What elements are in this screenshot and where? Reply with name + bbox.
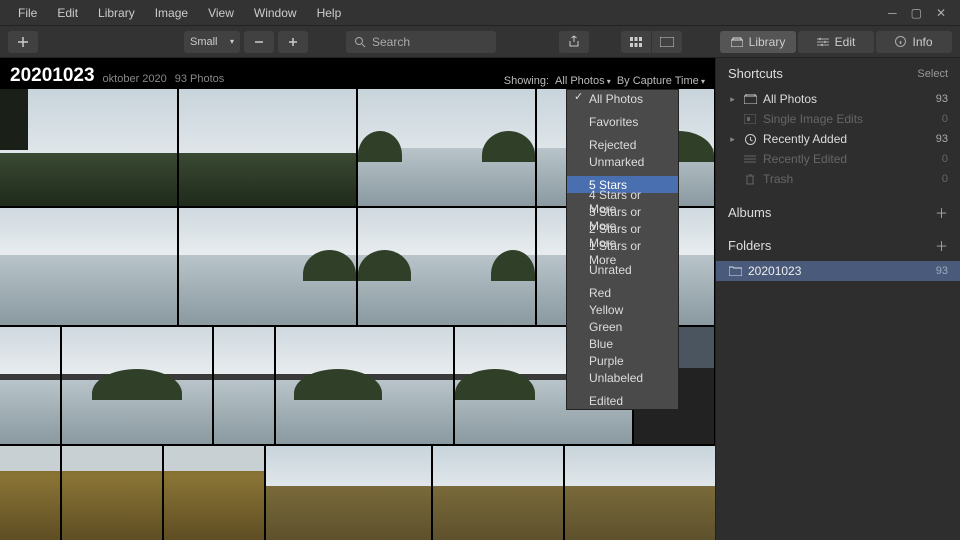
menu-image[interactable]: Image [145, 6, 198, 20]
menubar: File Edit Library Image View Window Help… [0, 0, 960, 26]
filter-option[interactable]: Unrated [567, 261, 678, 278]
filter-option[interactable]: Red [567, 284, 678, 301]
filter-option[interactable]: All Photos [567, 90, 678, 107]
grid-view-button[interactable] [621, 31, 651, 53]
shortcuts-header: Shortcuts Select [728, 66, 948, 81]
toolbar: Small▾ Search Library Edit Info [0, 26, 960, 58]
info-icon [895, 36, 906, 47]
thumbnail[interactable] [62, 446, 162, 540]
thumbnail[interactable] [358, 208, 535, 325]
thumbnail[interactable] [0, 89, 177, 206]
chevron-down-icon: ▾ [699, 77, 705, 86]
library-panel-button[interactable]: Library [720, 31, 796, 53]
menu-edit[interactable]: Edit [47, 6, 88, 20]
search-input[interactable]: Search [346, 31, 496, 53]
filter-option[interactable]: Unmarked [567, 153, 678, 170]
thumbnail[interactable] [266, 446, 431, 540]
filter-option[interactable]: Purple [567, 352, 678, 369]
filter-option[interactable]: Favorites [567, 113, 678, 130]
thumbnail[interactable] [164, 446, 264, 540]
clock-icon [743, 133, 757, 145]
page-subtitle-count: 93 Photos [175, 73, 225, 85]
folder-row[interactable]: 20201023 93 [716, 261, 960, 281]
thumbnail[interactable] [214, 327, 274, 444]
filter-option[interactable]: 1 Stars or More [567, 244, 678, 261]
edit-panel-button[interactable]: Edit [798, 31, 874, 53]
page-title: 20201023 [10, 65, 95, 87]
search-icon [354, 36, 366, 48]
thumbnail[interactable] [0, 327, 60, 444]
shortcut-recently-edited[interactable]: Recently Edited0 [728, 149, 948, 169]
menu-view[interactable]: View [198, 6, 244, 20]
maximize-icon[interactable]: ▢ [911, 6, 922, 20]
zoom-in-button[interactable] [278, 31, 308, 53]
filter-dropdown[interactable]: All Photos ▾ [555, 75, 611, 87]
sliders-icon [817, 37, 829, 47]
thumbnail[interactable] [565, 446, 715, 540]
library-icon [731, 37, 743, 47]
thumbnail[interactable] [62, 327, 212, 444]
thumbnail[interactable] [179, 208, 356, 325]
menu-window[interactable]: Window [244, 6, 307, 20]
view-mode-segment [621, 31, 682, 53]
filter-option[interactable]: Green [567, 318, 678, 335]
content-browser: 20201023 oktober 2020 93 Photos Showing:… [0, 58, 715, 540]
disclosure-triangle-icon: ▸ [728, 134, 737, 145]
add-album-button[interactable]: ＋ [935, 203, 948, 222]
add-folder-button[interactable]: ＋ [935, 236, 948, 255]
sliders-icon [743, 153, 757, 165]
folders-header: Folders＋ [728, 236, 948, 255]
showing-label: Showing: [504, 75, 549, 87]
menu-help[interactable]: Help [307, 6, 352, 20]
single-edit-icon [743, 113, 757, 125]
shortcut-all-photos[interactable]: ▸All Photos93 [728, 89, 948, 109]
chevron-down-icon: ▾ [230, 37, 234, 46]
photos-icon [743, 93, 757, 105]
albums-header: Albums＋ [728, 203, 948, 222]
thumbnail-size-select[interactable]: Small▾ [184, 31, 240, 53]
thumbnail[interactable] [276, 327, 453, 444]
add-button[interactable] [8, 31, 38, 53]
thumbnail[interactable] [179, 89, 356, 206]
shortcut-trash[interactable]: Trash0 [728, 169, 948, 189]
disclosure-triangle-icon: ▸ [728, 94, 737, 105]
minimize-icon[interactable]: ─ [888, 6, 897, 20]
menu-library[interactable]: Library [88, 6, 145, 20]
filter-option[interactable]: Unlabeled [567, 369, 678, 386]
sidebar: Shortcuts Select ▸All Photos93 Single Im… [715, 58, 960, 540]
zoom-out-button[interactable] [244, 31, 274, 53]
shortcut-recently-added[interactable]: ▸Recently Added93 [728, 129, 948, 149]
close-icon[interactable]: ✕ [936, 6, 946, 20]
menu-file[interactable]: File [8, 6, 47, 20]
info-panel-button[interactable]: Info [876, 31, 952, 53]
filter-option[interactable]: Edited [567, 392, 678, 409]
browser-header: 20201023 oktober 2020 93 Photos Showing:… [0, 58, 715, 89]
thumbnail[interactable] [433, 446, 563, 540]
page-subtitle-date: oktober 2020 [103, 73, 167, 85]
panel-segment: Library Edit Info [720, 31, 952, 53]
folder-icon [728, 265, 742, 277]
shortcuts-select[interactable]: Select [917, 68, 948, 80]
sort-dropdown[interactable]: By Capture Time ▾ [617, 75, 705, 87]
thumbnail[interactable] [0, 208, 177, 325]
filter-option[interactable]: Blue [567, 335, 678, 352]
thumbnail[interactable] [0, 446, 60, 540]
filter-option[interactable]: Rejected [567, 136, 678, 153]
trash-icon [743, 173, 757, 185]
thumbnail-selected[interactable] [358, 89, 535, 206]
single-view-button[interactable] [652, 31, 682, 53]
shortcut-single-edits[interactable]: Single Image Edits0 [728, 109, 948, 129]
chevron-down-icon: ▾ [605, 77, 611, 86]
share-button[interactable] [559, 31, 589, 53]
filter-option[interactable]: Yellow [567, 301, 678, 318]
filter-dropdown-menu: All Photos Favorites Rejected Unmarked 5… [566, 89, 679, 410]
